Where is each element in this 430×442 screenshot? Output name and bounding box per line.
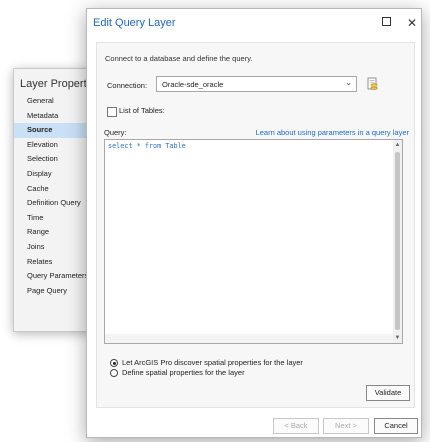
nav-item-relates[interactable]: Relates: [14, 255, 94, 270]
nav-item-cache[interactable]: Cache: [14, 182, 94, 197]
query-editor[interactable]: select * from Table ▲ ▼: [104, 139, 403, 344]
nav-item-source[interactable]: Source: [14, 123, 94, 138]
connection-value: Oracle-sde_oracle: [162, 80, 224, 89]
nav-item-display[interactable]: Display: [14, 167, 94, 182]
scrollbar-thumb[interactable]: [395, 152, 400, 330]
list-of-tables-label: List of Tables:: [119, 106, 165, 115]
list-of-tables-checkbox[interactable]: [107, 107, 117, 117]
vertical-scrollbar[interactable]: ▲ ▼: [393, 140, 402, 343]
database-connection-icon[interactable]: [366, 77, 380, 91]
dialog-footer: < Back Next > Cancel: [87, 409, 421, 437]
dialog-title: Edit Query Layer: [93, 17, 176, 29]
cancel-button[interactable]: Cancel: [374, 418, 418, 434]
nav-item-range[interactable]: Range: [14, 225, 94, 240]
connection-label: Connection:: [107, 81, 148, 90]
discover-spatial-radio[interactable]: [110, 359, 118, 367]
nav-item-general[interactable]: General: [14, 94, 94, 109]
nav-item-selection[interactable]: Selection: [14, 152, 94, 167]
nav-item-time[interactable]: Time: [14, 211, 94, 226]
layer-properties-window: Layer Properties General Metadata Source…: [13, 68, 101, 332]
scroll-up-icon[interactable]: ▲: [393, 141, 402, 149]
close-icon[interactable]: ✕: [403, 15, 421, 31]
discover-spatial-label: Let ArcGIS Pro discover spatial properti…: [122, 358, 303, 367]
nav-item-joins[interactable]: Joins: [14, 240, 94, 255]
define-spatial-label: Define spatial properties for the layer: [122, 368, 245, 377]
edit-query-layer-dialog: Edit Query Layer ✕ Connect to a database…: [86, 8, 422, 438]
horizontal-scrollbar[interactable]: [105, 334, 393, 343]
nav-item-elevation[interactable]: Elevation: [14, 138, 94, 153]
nav-item-metadata[interactable]: Metadata: [14, 109, 94, 124]
validate-button[interactable]: Validate: [366, 385, 410, 401]
scroll-down-icon[interactable]: ▼: [393, 334, 402, 342]
dialog-titlebar[interactable]: Edit Query Layer ✕: [87, 9, 421, 39]
query-text[interactable]: select * from Table: [108, 142, 186, 150]
chevron-down-icon: ⌄: [345, 78, 352, 87]
define-spatial-radio[interactable]: [110, 369, 118, 377]
intro-text: Connect to a database and define the que…: [105, 54, 253, 63]
back-button[interactable]: < Back: [273, 418, 319, 434]
next-button[interactable]: Next >: [323, 418, 369, 434]
nav-item-query-parameters[interactable]: Query Parameters: [14, 269, 94, 284]
connection-dropdown[interactable]: Oracle-sde_oracle ⌄: [156, 76, 357, 92]
query-panel: Connect to a database and define the que…: [96, 42, 415, 408]
maximize-icon[interactable]: [377, 15, 395, 31]
layer-properties-nav: General Metadata Source Elevation Select…: [14, 94, 94, 298]
nav-item-definition-query[interactable]: Definition Query: [14, 196, 94, 211]
query-label: Query:: [104, 128, 127, 137]
query-parameters-help-link[interactable]: Learn about using parameters in a query …: [256, 128, 409, 137]
nav-item-page-query[interactable]: Page Query: [14, 284, 94, 299]
